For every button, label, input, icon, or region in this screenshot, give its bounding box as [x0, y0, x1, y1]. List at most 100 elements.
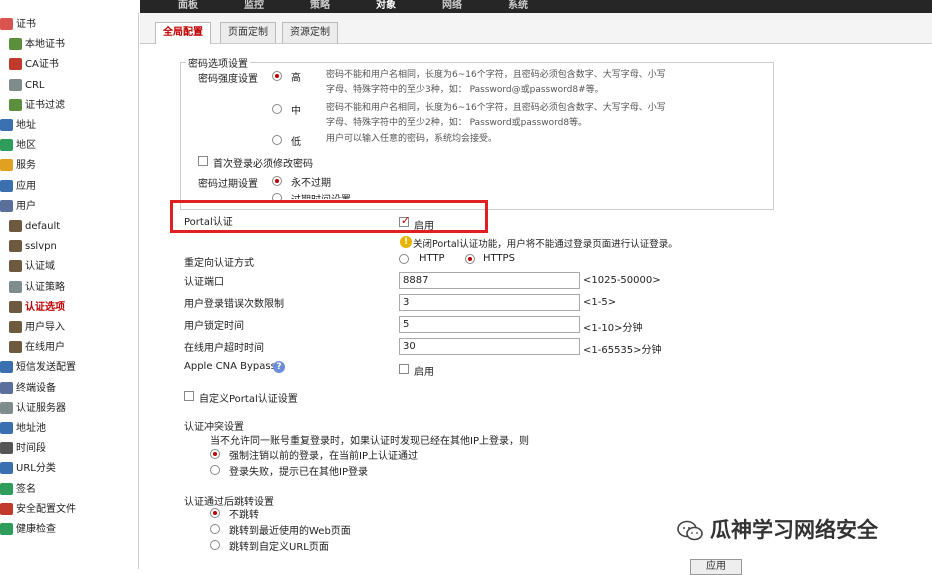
sidebar-item[interactable]: 证书过滤: [9, 97, 65, 115]
nav-network[interactable]: 网络: [442, 0, 462, 11]
nav-policy[interactable]: 策略: [310, 0, 330, 11]
first-login-checkbox[interactable]: [198, 156, 208, 166]
sidebar-item-icon: [0, 482, 13, 495]
strength-high-label: 高: [291, 73, 301, 84]
login-fail-input[interactable]: 3: [399, 294, 580, 311]
lock-time-label: 用户锁定时间: [184, 321, 244, 332]
apple-cna-label: Apple CNA Bypass: [184, 361, 276, 372]
warning-icon: !: [400, 236, 412, 248]
sidebar-item-icon: [9, 321, 22, 333]
lock-time-input[interactable]: 5: [399, 316, 580, 333]
never-expire-label: 永不过期: [291, 178, 331, 189]
tab-resource-custom[interactable]: 资源定制: [282, 22, 338, 43]
recent-page-radio[interactable]: [210, 524, 220, 534]
nav-dashboard[interactable]: 面板: [178, 0, 198, 11]
sidebar-item-icon: [0, 159, 13, 172]
redirect-https-radio[interactable]: [465, 254, 475, 264]
online-timeout-hint: <1-65535>分钟: [583, 345, 662, 356]
sidebar-item-icon: [9, 300, 22, 313]
sidebar-item-label: 地区: [16, 140, 36, 152]
sidebar-item[interactable]: 终端设备: [0, 380, 56, 398]
conflict-force-radio[interactable]: [210, 449, 220, 459]
strength-mid-radio[interactable]: [272, 104, 282, 114]
never-expire-radio[interactable]: [272, 176, 282, 186]
strength-low-label: 低: [291, 137, 301, 148]
strength-low-desc: 用户可以输入任意的密码，系统均会接受。: [326, 134, 498, 144]
sidebar-item[interactable]: URL分类: [0, 460, 56, 478]
strength-mid-desc-1: 密码不能和用户名相同，长度为6~16个字符，且密码必须包含数字、大写字母、小写: [326, 103, 666, 113]
strength-high-radio[interactable]: [272, 71, 282, 81]
sidebar-item[interactable]: 地区: [0, 137, 36, 155]
sidebar-item[interactable]: 短信发送配置: [0, 359, 76, 377]
sidebar-item-label: 本地证书: [25, 39, 65, 51]
tab-page-custom[interactable]: 页面定制: [220, 22, 276, 43]
apple-cna-checkbox[interactable]: [399, 364, 409, 374]
tab-bar: 全局配置 页面定制 资源定制: [140, 13, 932, 44]
strength-mid-label: 中: [291, 106, 301, 117]
sidebar-item[interactable]: 服务: [0, 157, 36, 175]
redirect-http-radio[interactable]: [399, 254, 409, 264]
sidebar-item-icon: [9, 240, 22, 253]
sidebar-item[interactable]: 应用: [0, 178, 36, 196]
sidebar-item[interactable]: 地址: [0, 117, 36, 135]
sidebar-item[interactable]: 在线用户: [9, 339, 65, 357]
password-expire-label: 密码过期设置: [198, 179, 258, 190]
help-icon[interactable]: ?: [273, 361, 285, 373]
password-options-title: 密码选项设置: [186, 55, 250, 70]
sidebar-item[interactable]: 认证选项: [9, 299, 65, 317]
sidebar-item[interactable]: 健康检查: [0, 521, 56, 539]
sidebar-item-icon: [9, 58, 22, 71]
online-timeout-label: 在线用户超时时间: [184, 343, 264, 354]
nav-system[interactable]: 系统: [508, 0, 528, 11]
nav-object[interactable]: 对象: [376, 0, 396, 11]
auth-port-input[interactable]: 8887: [399, 272, 580, 289]
sidebar-item-label: 签名: [16, 483, 36, 495]
sidebar-item-icon: [0, 422, 13, 434]
portal-warning-text: 关闭Portal认证功能，用户将不能通过登录页面进行认证登录。: [413, 239, 678, 250]
sidebar-item-label: 时间段: [16, 443, 46, 455]
sidebar-item-icon: [0, 462, 13, 475]
sidebar-item-label: CA证书: [25, 59, 59, 71]
custom-portal-checkbox[interactable]: [184, 391, 194, 401]
sidebar-item[interactable]: 用户: [0, 198, 36, 216]
sidebar-item-label: 在线用户: [25, 342, 65, 354]
sidebar: 证书本地证书 CA证书 CRL 证书过滤地址地区服务应用用户 default sslvpn…: [0, 13, 139, 569]
sidebar-item[interactable]: 用户导入: [9, 319, 65, 337]
sidebar-item[interactable]: 认证域: [9, 258, 55, 276]
sidebar-item-icon: [0, 199, 13, 212]
sidebar-item[interactable]: 安全配置文件: [0, 501, 76, 519]
sidebar-item[interactable]: 地址池: [0, 420, 46, 438]
lock-time-hint: <1-10>分钟: [583, 323, 643, 334]
tab-global-config[interactable]: 全局配置: [155, 22, 211, 44]
sidebar-item-label: 认证服务器: [16, 402, 66, 414]
sidebar-item-label: default: [25, 221, 61, 232]
sidebar-item[interactable]: 时间段: [0, 440, 46, 458]
no-redirect-radio[interactable]: [210, 508, 220, 518]
apply-button[interactable]: 应用: [690, 559, 742, 575]
conflict-fail-label: 登录失败，提示已在其他IP登录: [229, 467, 368, 478]
sidebar-item-icon: [0, 18, 13, 30]
strength-low-radio[interactable]: [272, 135, 282, 145]
sidebar-item-icon: [9, 341, 22, 354]
sidebar-item-icon: [0, 361, 13, 374]
conflict-fail-radio[interactable]: [210, 465, 220, 475]
sidebar-item[interactable]: CA证书: [9, 56, 59, 74]
nav-monitor[interactable]: 监控: [244, 0, 264, 11]
sidebar-item[interactable]: 认证服务器: [0, 400, 66, 418]
online-timeout-input[interactable]: 30: [399, 338, 580, 355]
sidebar-item[interactable]: 认证策略: [9, 279, 65, 297]
expire-time-label: 过期时间设置: [291, 191, 351, 199]
sidebar-item-label: 认证选项: [25, 301, 65, 313]
redirect-https-label: HTTPS: [483, 253, 515, 264]
sidebar-item[interactable]: default: [9, 218, 60, 236]
sidebar-item[interactable]: CRL: [9, 77, 45, 95]
sidebar-item[interactable]: 签名: [0, 481, 36, 499]
custom-url-radio[interactable]: [210, 540, 220, 550]
sidebar-item-icon: [9, 280, 22, 293]
sidebar-item-label: 认证策略: [25, 281, 65, 293]
sidebar-item[interactable]: sslvpn: [9, 238, 57, 256]
login-fail-hint: <1-5>: [583, 297, 617, 308]
sidebar-item[interactable]: 证书: [0, 16, 36, 34]
highlight-box: [170, 200, 488, 233]
sidebar-item[interactable]: 本地证书: [9, 36, 65, 54]
